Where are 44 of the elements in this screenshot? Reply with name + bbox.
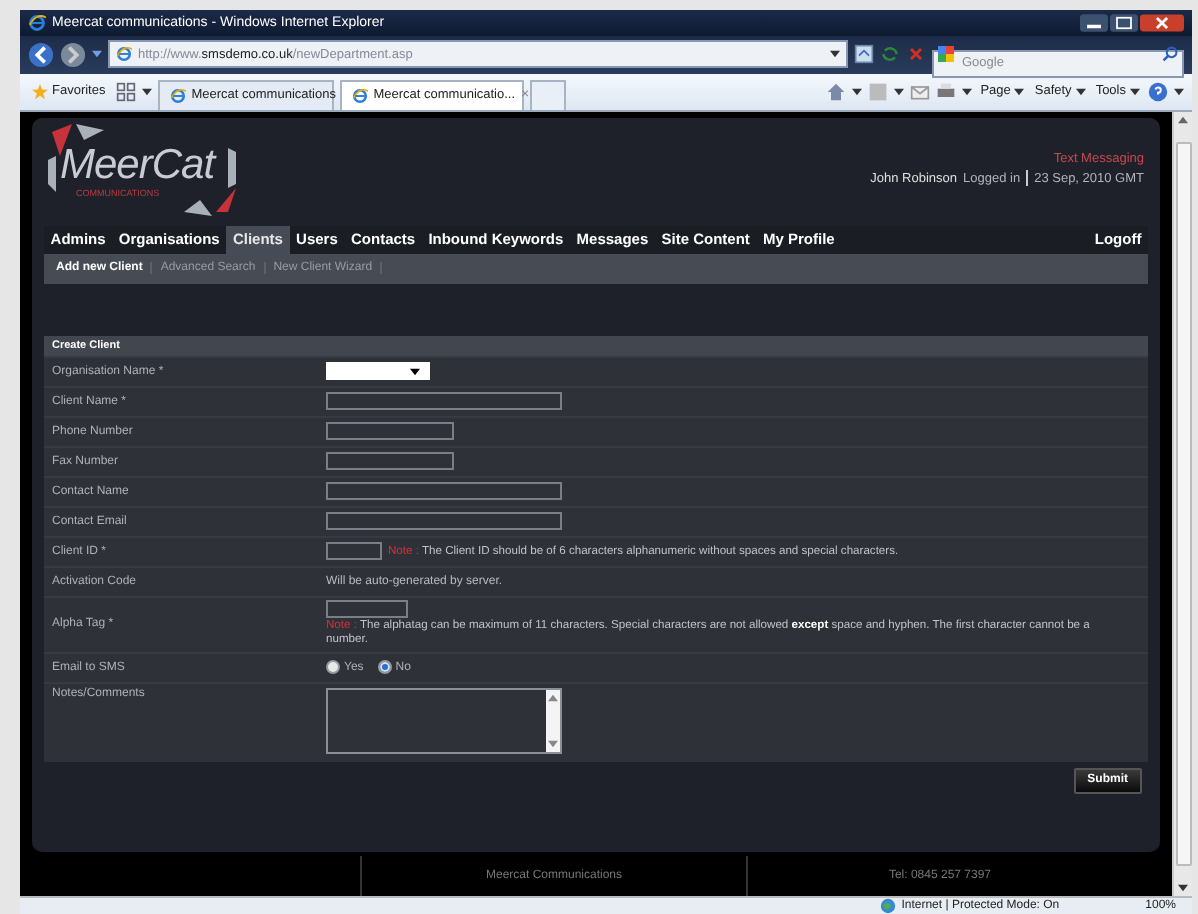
forward-button[interactable] xyxy=(60,41,86,68)
page-icon xyxy=(169,87,186,104)
scroll-up-icon xyxy=(548,693,558,702)
printer-icon[interactable] xyxy=(936,81,957,102)
caret-icon xyxy=(410,367,420,376)
help-icon[interactable] xyxy=(1148,81,1168,102)
quick-tabs-icon[interactable] xyxy=(115,81,136,102)
close-button[interactable] xyxy=(1140,13,1184,32)
maximize-button[interactable] xyxy=(1110,13,1138,32)
radio-button[interactable] xyxy=(326,660,340,675)
search-icon[interactable] xyxy=(1162,46,1178,63)
text-input[interactable] xyxy=(326,482,562,501)
dropdown[interactable] xyxy=(326,362,430,381)
caret-icon xyxy=(1075,87,1086,96)
back-button[interactable] xyxy=(28,41,54,68)
text-input[interactable] xyxy=(326,542,382,561)
caret-icon[interactable] xyxy=(830,50,840,59)
scroll-down-icon xyxy=(548,739,558,748)
radio-button[interactable] xyxy=(377,660,392,675)
text-input[interactable] xyxy=(326,599,408,618)
scrollbar[interactable] xyxy=(1172,111,1192,896)
caret-icon[interactable] xyxy=(141,87,152,96)
stop-icon[interactable] xyxy=(906,44,926,65)
minimize-button[interactable] xyxy=(1080,13,1108,32)
logo-name: MeerCat xyxy=(60,143,215,188)
scroll-thumb[interactable] xyxy=(1175,141,1191,866)
caret-icon[interactable] xyxy=(852,87,863,96)
scrollbar[interactable] xyxy=(546,689,560,752)
text-input[interactable] xyxy=(326,452,454,471)
caret-icon[interactable] xyxy=(92,50,102,59)
text-input[interactable] xyxy=(326,392,562,411)
text-input[interactable] xyxy=(326,512,562,531)
star-icon xyxy=(32,83,48,100)
text-area[interactable] xyxy=(326,687,562,754)
caret-icon[interactable] xyxy=(1174,87,1184,96)
globe-icon xyxy=(879,897,896,914)
caret-icon xyxy=(1014,87,1025,96)
text-input[interactable] xyxy=(326,422,454,441)
caret-icon xyxy=(1130,87,1140,96)
page-icon xyxy=(116,46,132,63)
caret-icon[interactable] xyxy=(894,87,905,96)
caret-icon[interactable] xyxy=(962,87,973,96)
page-icon xyxy=(351,87,368,104)
browser-icon xyxy=(28,13,46,32)
